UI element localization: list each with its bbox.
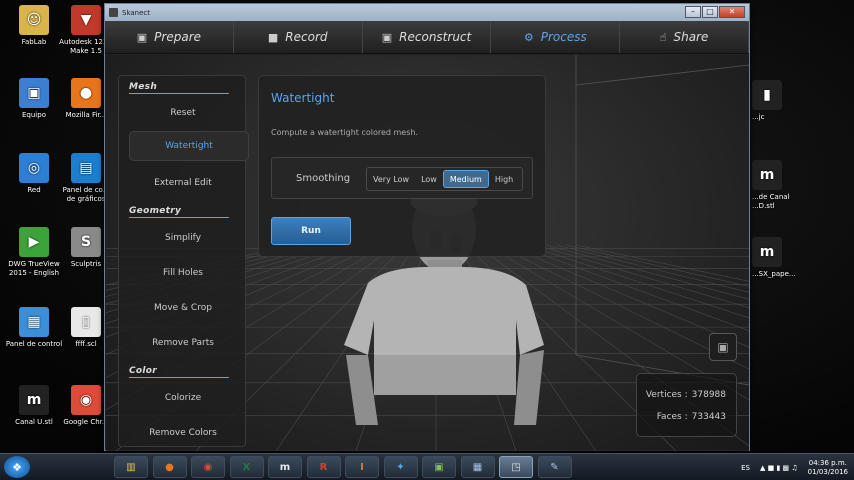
panel-description: Compute a watertight colored mesh. [271,128,419,137]
taskbar-app-makerbot[interactable]: m [268,456,302,478]
app-icon: ▶ [19,227,49,257]
taskbar-app-paint[interactable]: ✎ [537,456,572,478]
taskbar-app-firefox[interactable]: ● [152,456,187,478]
tab-process[interactable]: ⚙ Process [491,21,621,53]
tab-label: Reconstruct [399,30,472,44]
taskbar-app-app-blue[interactable]: ✦ [383,456,418,478]
desktop-icon-label: ...de Canal ...D.stl [752,193,790,210]
start-button[interactable]: ❖ [4,456,30,478]
tab-label: Share [673,30,709,44]
file-icon: m [752,160,782,190]
workflow-tabs: ▣ Prepare ■ Record ▣ Reconstruct ⚙ Proce… [105,21,749,54]
skanect-app-icon [109,8,118,17]
menu-item-reset[interactable]: Reset [119,98,247,128]
menu-item-remove-parts[interactable]: Remove Parts [119,328,247,358]
menu-item-watertight[interactable]: Watertight [129,131,249,161]
windows-icon: ❖ [12,460,22,474]
taskbar: ❖ ▥ ● ◉ Xm R I ✦ ▣ ▦ ◳ ✎ ES ▲ ■ ▮ ▩ ♫ 04:36 p.m. 0… [0,453,854,480]
gear-icon: ⚙ [523,30,534,44]
tab-prepare[interactable]: ▣ Prepare [105,21,234,53]
record-icon: ■ [267,30,279,44]
tab-reconstruct[interactable]: ▣ Reconstruct [363,21,492,53]
taskbar-app-autodesk-i[interactable]: I [345,456,379,478]
close-button[interactable]: ✕ [719,6,745,18]
taskbar-app-recap[interactable]: R [306,456,341,478]
menu-item-fill-holes[interactable]: Fill Holes [119,258,247,288]
smoothing-selector: Very Low Low Medium High [366,167,523,191]
tab-label: Prepare [154,30,202,44]
panel-title: Watertight [271,91,335,105]
taskbar-app-file-explorer[interactable]: ▥ [114,456,148,478]
tab-label: Record [285,30,328,44]
taskbar-app-calculator[interactable]: ▦ [460,456,495,478]
desktop-icon[interactable]: m ...SX_pape... [752,237,796,279]
vertices-row: Vertices : 378988 [646,390,726,400]
app-icon: ☺ [19,5,49,35]
section-color: Color [129,366,229,378]
smoothing-option-high[interactable]: High [489,170,519,188]
app-icon: ◎ [19,153,49,183]
clock-time: 04:36 p.m. [808,458,847,467]
smoothing-option-medium[interactable]: Medium [442,170,489,188]
3d-viewport[interactable]: Mesh Reset Watertight External Edit Geom… [106,55,749,451]
faces-value: 733443 [691,412,726,422]
smoothing-option-low[interactable]: Low [415,170,443,188]
window-title: Skanect [122,8,150,17]
taskbar-app-app-screen[interactable]: ▣ [422,456,456,478]
vertices-value: 378988 [691,390,726,400]
faces-label: Faces : [656,412,688,422]
app-icon: ◉ [71,385,101,415]
tab-record[interactable]: ■ Record [234,21,363,53]
taskbar-app-chrome[interactable]: ◉ [191,456,225,478]
tray-icons[interactable]: ▲ ■ ▮ ▩ ♫ [760,464,798,472]
menu-item-colorize[interactable]: Colorize [119,383,247,413]
app-icon: ▯ [71,307,101,337]
clock[interactable]: 04:36 p.m. 01/03/2016 [808,459,848,477]
taskbar-app-skanect[interactable]: ◳ [499,456,533,478]
smoothing-option-very-low[interactable]: Very Low [367,170,415,188]
menu-item-external-edit[interactable]: External Edit [119,168,247,198]
prepare-icon: ▣ [136,30,148,44]
camera-icon: ▣ [717,340,729,354]
menu-item-remove-colors[interactable]: Remove Colors [119,418,247,448]
app-icon: ▤ [71,153,101,183]
vertices-label: Vertices : [645,390,688,400]
file-icon: m [752,237,782,267]
reconstruct-icon: ▣ [381,30,393,44]
camera-reset-button[interactable]: ▣ [709,333,737,361]
title-bar[interactable]: Skanect – □ ✕ [105,4,749,21]
desktop-icon-label: ...SX_pape... [752,270,796,278]
thumbs-up-icon: ☝ [659,30,667,44]
system-tray: ES ▲ ■ ▮ ▩ ♫ 04:36 p.m. 01/03/2016 [741,454,848,480]
taskbar-app-excel[interactable]: X [229,456,264,478]
app-icon: ▦ [19,307,49,337]
app-icon: m [19,385,49,415]
desktop-icon-label: ...jc [752,113,765,121]
smoothing-group: Smoothing Very Low Low Medium High [271,157,533,199]
language-indicator[interactable]: ES [741,464,750,472]
mesh-stats: Vertices : 378988 Faces : 733443 [636,373,737,437]
section-mesh: Mesh [129,82,229,94]
desktop-icon[interactable]: ▮ ...jc [752,80,792,122]
skanect-window: Skanect – □ ✕ ▣ Prepare ■ Record ▣ Recon… [104,3,750,451]
tab-label: Process [540,30,587,44]
clock-date: 01/03/2016 [807,467,848,476]
tab-share[interactable]: ☝ Share [620,21,749,53]
smoothing-label: Smoothing [296,173,351,184]
faces-row: Faces : 733443 [657,412,726,422]
process-menu: Mesh Reset Watertight External Edit Geom… [118,75,249,448]
file-icon: ▮ [752,80,782,110]
section-geometry: Geometry [129,206,229,218]
maximize-button[interactable]: □ [702,6,718,18]
desktop-icon[interactable]: m ...de Canal ...D.stl [752,160,792,211]
minimize-button[interactable]: – [685,6,701,18]
watertight-panel: Watertight Compute a watertight colored … [258,75,546,257]
app-icon: ● [71,78,101,108]
app-icon: ▣ [19,78,49,108]
menu-item-move-crop[interactable]: Move & Crop [119,293,247,323]
app-icon: S [71,227,101,257]
run-button[interactable]: Run [271,217,351,245]
app-icon: ▼ [71,5,101,35]
menu-item-simplify[interactable]: Simplify [119,223,247,253]
